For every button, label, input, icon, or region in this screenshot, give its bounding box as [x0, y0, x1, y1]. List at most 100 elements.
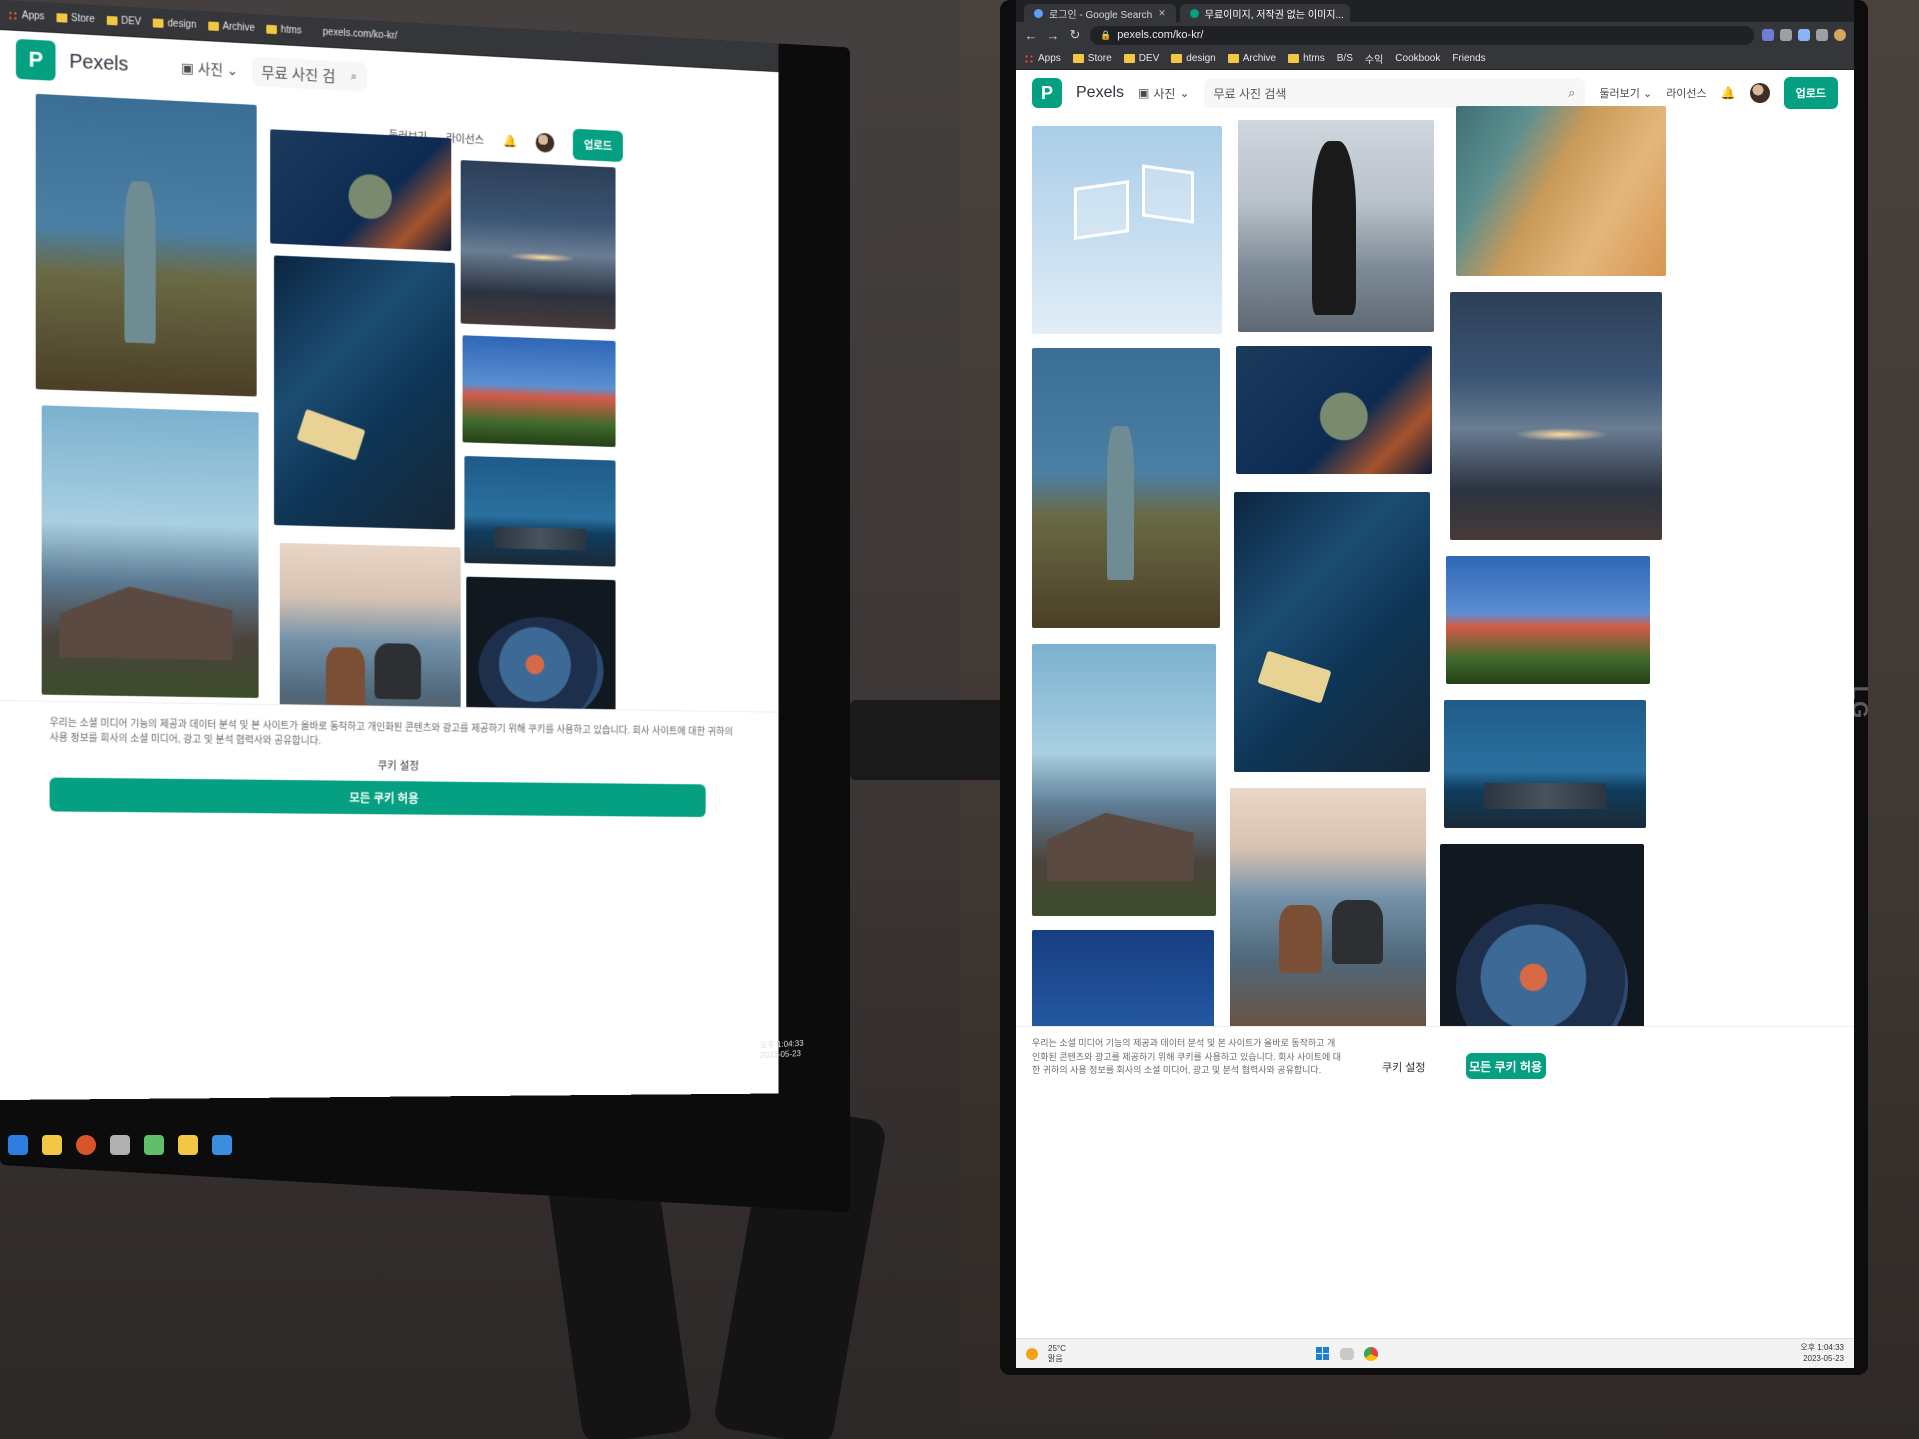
search-input[interactable]: 무료 사진 검 ⌕: [251, 56, 367, 92]
folder-icon: [1288, 54, 1300, 63]
photo-night-pier[interactable]: [1444, 700, 1646, 828]
bookmark-store[interactable]: Store: [56, 12, 95, 25]
app-circle-icon[interactable]: [76, 1135, 96, 1155]
photo-sea-turtle[interactable]: [1236, 346, 1432, 474]
photo-storm-clouds[interactable]: [460, 160, 616, 330]
accept-all-cookies-button[interactable]: 모든 쿠키 허용: [1465, 1053, 1546, 1079]
cookie-settings-button[interactable]: 쿠키 설정: [1382, 1059, 1426, 1075]
bookmark-htms[interactable]: htms: [1288, 53, 1325, 64]
cookie-settings-button[interactable]: 쿠키 설정: [50, 754, 733, 777]
media-type-dropdown[interactable]: ▣ 사진 ⌄: [1138, 85, 1190, 102]
forward-icon[interactable]: →: [1046, 28, 1060, 43]
tab-title: 로그인 - Google Search: [1049, 9, 1153, 21]
photo-man-on-hill[interactable]: [1032, 348, 1220, 628]
photo-sea-turtle[interactable]: [270, 129, 452, 252]
star-icon[interactable]: [1798, 29, 1810, 41]
photo-palm-tower[interactable]: [1446, 556, 1650, 684]
photo-soap-bar[interactable]: [274, 255, 456, 530]
share-icon[interactable]: [1780, 29, 1792, 41]
bookmark-cookbook[interactable]: Cookbook: [1395, 53, 1440, 64]
left-screen: Apps Store DEV design Archive htms pexel…: [0, 0, 779, 1100]
photo-aerial-beach[interactable]: [1456, 106, 1666, 276]
media-type-dropdown[interactable]: ▣ 사진 ⌄: [181, 58, 238, 81]
photo-llamas[interactable]: [1230, 788, 1426, 1032]
bookmark-apps[interactable]: Apps: [1024, 53, 1061, 64]
bookmark-design[interactable]: design: [153, 17, 196, 31]
cookie-text: 우리는 소셜 미디어 기능의 제공과 데이터 분석 및 본 사이트가 올바로 동…: [49, 717, 733, 748]
nav-license[interactable]: 라이선스: [446, 130, 484, 147]
taskbar-clock[interactable]: 오후 1:04:33 2023-05-23: [1800, 1343, 1844, 1364]
photo-basketball-hoops[interactable]: [1032, 126, 1222, 334]
pexels-brand[interactable]: Pexels: [69, 50, 128, 76]
tab-title: 무료이미지, 저작권 없는 이미지...: [1204, 9, 1344, 21]
upload-button[interactable]: 업로드: [1783, 77, 1838, 109]
tab-pexels[interactable]: 무료이미지, 저작권 없는 이미지... ✕: [1179, 4, 1350, 22]
folder-icon: [56, 13, 68, 23]
app-r-icon[interactable]: [8, 1135, 28, 1155]
nav-explore[interactable]: 둘러보기 ⌄: [1599, 85, 1652, 101]
address-bar-row: ← → ↻ 🔒 pexels.com/ko-kr/: [1016, 22, 1854, 48]
app-grey-icon[interactable]: [110, 1135, 130, 1155]
tab-google[interactable]: 로그인 - Google Search ✕: [1024, 4, 1176, 22]
photo-night-pier[interactable]: [464, 455, 616, 567]
folder-icon: [106, 15, 118, 26]
bookmark-friends[interactable]: Friends: [1452, 53, 1485, 64]
photo-soap-bar[interactable]: [1234, 492, 1430, 772]
photo-man-on-hill[interactable]: [35, 93, 257, 397]
bookmark-store[interactable]: Store: [1072, 53, 1112, 64]
bookmark-dev[interactable]: DEV: [1123, 53, 1159, 64]
bookmark-archive[interactable]: Archive: [1227, 53, 1276, 64]
bell-icon[interactable]: 🔔: [503, 134, 517, 148]
accept-all-cookies-button[interactable]: 모든 쿠키 허용: [49, 777, 706, 818]
folder-icon: [266, 24, 277, 35]
bookmark-bs[interactable]: B/S: [1337, 53, 1353, 64]
address-bar[interactable]: 🔒 pexels.com/ko-kr/: [1090, 25, 1754, 45]
bookmark-design[interactable]: design: [1171, 53, 1216, 64]
extension-icon[interactable]: [1762, 29, 1774, 41]
bookmark-revenue[interactable]: 수익: [1365, 51, 1383, 66]
folder-app-icon[interactable]: [42, 1135, 62, 1155]
avatar[interactable]: [1749, 83, 1770, 103]
monitor-bracket: [850, 700, 1010, 780]
upload-button[interactable]: 업로드: [572, 128, 624, 163]
pexels-logo-icon[interactable]: P: [1032, 78, 1062, 108]
bookmark-htms[interactable]: htms: [266, 24, 302, 37]
photo-palm-tower[interactable]: [462, 335, 616, 448]
search-input[interactable]: 무료 사진 검색 ⌕: [1203, 78, 1586, 108]
chrome-icon[interactable]: [1363, 1346, 1378, 1361]
reload-icon[interactable]: ↻: [1068, 27, 1082, 43]
pexels-logo-icon[interactable]: P: [15, 38, 56, 81]
back-icon[interactable]: ←: [1024, 28, 1038, 43]
avatar[interactable]: [535, 132, 555, 153]
photo-stone-cottage[interactable]: [41, 405, 259, 698]
profile-icon[interactable]: [1834, 29, 1846, 41]
cookie-text: 우리는 소셜 미디어 기능의 제공과 데이터 분석 및 본 사이트가 올바로 동…: [1032, 1038, 1342, 1075]
photo-woman-railing[interactable]: [1238, 120, 1434, 332]
pexels-brand[interactable]: Pexels: [1076, 84, 1124, 102]
chevron-down-icon: ⌄: [226, 61, 239, 78]
file-explorer-icon[interactable]: [1339, 1347, 1354, 1360]
windows-start-icon[interactable]: [1315, 1347, 1330, 1360]
photo-stone-cottage[interactable]: [1032, 644, 1216, 916]
puzzle-icon[interactable]: [1816, 29, 1828, 41]
folder-icon: [1072, 54, 1084, 63]
weather-widget[interactable]: 25°C 맑음: [1048, 1344, 1066, 1363]
search-icon[interactable]: ⌕: [1568, 85, 1575, 101]
address-url[interactable]: pexels.com/ko-kr/: [323, 27, 398, 42]
apps-grid-icon: [1024, 53, 1034, 64]
bookmark-apps[interactable]: Apps: [7, 9, 44, 22]
nav-license[interactable]: 라이선스: [1666, 85, 1706, 101]
search-icon[interactable]: ⌕: [350, 69, 357, 85]
photo-storm-clouds[interactable]: [1450, 292, 1662, 540]
image-icon: ▣: [1138, 86, 1150, 100]
app-green-icon[interactable]: [144, 1135, 164, 1155]
bell-icon[interactable]: 🔔: [1721, 86, 1736, 100]
right-screen: 로그인 - Google Search ✕ 무료이미지, 저작권 없는 이미지.…: [1016, 0, 1854, 1368]
file-explorer-icon[interactable]: [178, 1135, 198, 1155]
bookmark-dev[interactable]: DEV: [106, 15, 141, 28]
bookmark-archive[interactable]: Archive: [208, 21, 255, 34]
left-taskbar-clock[interactable]: 오후 1:04:33 2023-05-23: [760, 1039, 804, 1062]
close-tab-icon[interactable]: ✕: [1158, 8, 1166, 19]
url-text: pexels.com/ko-kr/: [1117, 29, 1204, 41]
messenger-icon[interactable]: [212, 1135, 232, 1155]
